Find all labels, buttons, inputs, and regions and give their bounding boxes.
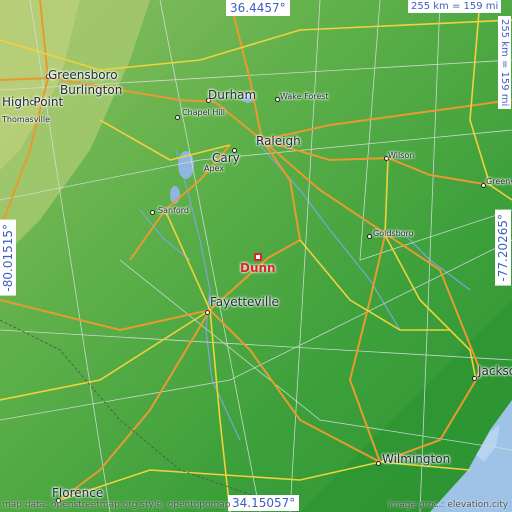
map-view[interactable]: Greensboro Burlington High Point Thomasv…	[0, 0, 512, 512]
city-label-greensboro: Greensboro	[48, 68, 118, 82]
city-label-chapel-hill: Chapel Hill	[182, 108, 226, 117]
city-label-greenville: Greenville	[486, 177, 512, 186]
city-label-wilson: Wilson	[388, 151, 415, 160]
city-label-wilmington: Wilmington	[382, 452, 451, 466]
left-longitude-label: -80.01515°	[0, 220, 16, 296]
city-label-thomasville: Thomasville	[2, 115, 51, 124]
chapel-hill-marker	[175, 115, 180, 120]
goldsboro-marker	[367, 234, 372, 239]
city-label-durham: Durham	[208, 88, 257, 102]
image-credit: image proc.: elevation.city	[388, 500, 509, 510]
bottom-latitude-label: 34.15057°	[228, 495, 300, 511]
city-label-sanford: Sanford	[158, 206, 189, 215]
dunn-location-marker	[254, 253, 262, 261]
map-credit: map data: openstreetmap.org style: opent…	[2, 500, 231, 510]
sanford-marker	[150, 210, 155, 215]
city-label-fayetteville: Fayetteville	[210, 295, 279, 309]
city-label-dunn: Dunn	[240, 261, 276, 275]
city-label-apex: Apex	[204, 164, 225, 173]
city-label-florence: Florence	[52, 486, 104, 500]
city-label-burlington: Burlington	[60, 83, 123, 97]
scale-horizontal: 255 km = 159 mi	[408, 0, 502, 13]
city-label-wake-forest: Wake Forest	[280, 92, 329, 101]
city-label-goldsboro: Goldsboro	[373, 229, 414, 238]
city-label-high-point: High Point	[2, 95, 64, 109]
top-latitude-label: 36.4457°	[226, 0, 290, 16]
wilmington-marker	[376, 461, 381, 466]
city-label-cary: Cary	[212, 151, 240, 165]
city-label-raleigh: Raleigh	[256, 134, 301, 148]
jacksonville-marker	[472, 376, 477, 381]
right-longitude-label: -77.20265°	[495, 210, 511, 286]
fayetteville-marker	[205, 310, 210, 315]
scale-vertical: 255 km = 159 mi	[498, 16, 511, 110]
city-label-jacksonville: Jacksonville	[478, 364, 512, 378]
